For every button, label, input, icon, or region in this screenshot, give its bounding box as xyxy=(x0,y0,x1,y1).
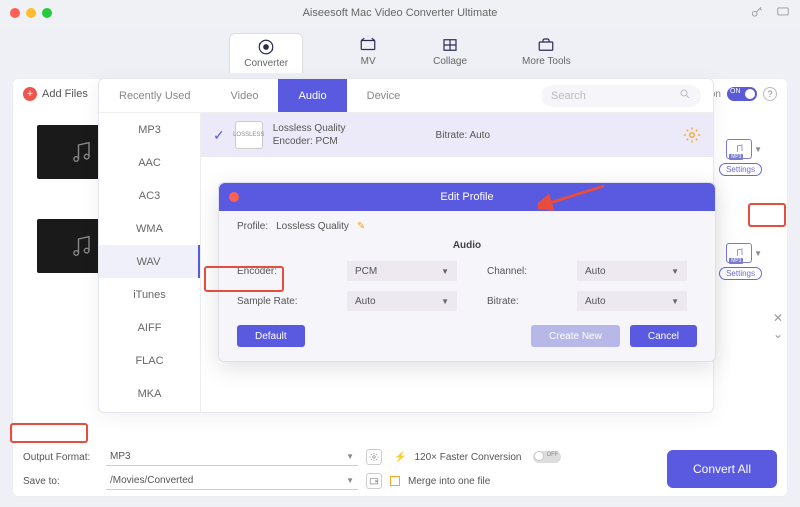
add-files-button[interactable]: + Add Files xyxy=(23,87,88,101)
encoder-label: Encoder: xyxy=(237,266,317,277)
open-folder-icon[interactable] xyxy=(366,473,382,489)
edit-icon[interactable]: ✎ xyxy=(357,221,365,232)
converter-icon xyxy=(256,38,276,56)
encoder-select[interactable]: PCM▼ xyxy=(347,261,457,281)
merge-label: Merge into one file xyxy=(408,476,490,487)
check-icon: ✓ xyxy=(213,127,225,144)
output-format-select[interactable]: MP3 ▼ xyxy=(106,448,358,466)
sidebar-item-aac[interactable]: AAC xyxy=(99,146,200,179)
samplerate-select[interactable]: Auto▼ xyxy=(347,291,457,311)
format-sidebar: MP3 AAC AC3 WMA WAV iTunes AIFF FLAC MKA xyxy=(99,113,201,412)
close-window-button[interactable] xyxy=(10,8,20,18)
key-icon[interactable] xyxy=(750,5,764,22)
search-icon xyxy=(679,88,691,103)
profile-name: Lossless Quality xyxy=(273,122,346,135)
minimize-window-button[interactable] xyxy=(26,8,36,18)
nav-label: More Tools xyxy=(522,56,571,67)
search-input[interactable]: Search xyxy=(541,85,701,107)
chevron-down-icon[interactable]: ▼ xyxy=(754,249,762,258)
sidebar-item-mka[interactable]: MKA xyxy=(99,377,200,410)
nav-converter[interactable]: Converter xyxy=(229,33,303,73)
format-tabs: Recently Used Video Audio Device Search xyxy=(99,79,713,113)
chevron-down-icon[interactable]: ▼ xyxy=(754,145,762,154)
profile-encoder: Encoder: PCM xyxy=(273,135,346,148)
edit-profile-dialog: Edit Profile Profile: Lossless Quality ✎… xyxy=(218,182,716,362)
help-icon[interactable]: ? xyxy=(763,87,777,101)
sidebar-item-mp3[interactable]: MP3 xyxy=(99,113,200,146)
merge-checkbox[interactable] xyxy=(390,476,400,486)
item-settings-button[interactable]: Settings xyxy=(719,163,762,176)
nav-more-tools[interactable]: More Tools xyxy=(522,36,571,67)
window-title: Aiseesoft Mac Video Converter Ultimate xyxy=(303,7,498,19)
search-placeholder: Search xyxy=(551,90,586,102)
item-settings-button[interactable]: Settings xyxy=(719,267,762,280)
settings-icon[interactable] xyxy=(366,449,382,465)
channel-label: Channel: xyxy=(487,266,547,277)
window-controls xyxy=(10,8,52,18)
chevron-down-icon[interactable]: ⌄ xyxy=(773,327,783,341)
faster-conversion-toggle[interactable]: OFF xyxy=(533,451,561,463)
channel-select[interactable]: Auto▼ xyxy=(577,261,687,281)
lightning-icon: ⚡ xyxy=(394,452,406,463)
collage-icon xyxy=(440,36,460,54)
audio-section-header: Audio xyxy=(237,240,697,251)
nav-mv[interactable]: MV xyxy=(358,36,378,67)
dialog-titlebar: Edit Profile xyxy=(219,183,715,211)
convert-all-button[interactable]: Convert All xyxy=(667,450,777,488)
bottom-bar: Output Format: MP3 ▼ ⚡ 120× Faster Conve… xyxy=(13,442,787,496)
profile-bitrate: Bitrate: Auto xyxy=(436,130,490,141)
nav-collage[interactable]: Collage xyxy=(433,36,467,67)
top-nav: Converter MV Collage More Tools xyxy=(0,26,800,76)
faster-conversion-label: 120× Faster Conversion xyxy=(414,452,521,463)
add-files-label: Add Files xyxy=(42,88,88,100)
tab-device[interactable]: Device xyxy=(347,79,421,112)
close-item-icon[interactable]: ✕ xyxy=(773,311,783,325)
nav-label: MV xyxy=(361,56,376,67)
create-new-button[interactable]: Create New xyxy=(531,325,620,347)
bitrate-select[interactable]: Auto▼ xyxy=(577,291,687,311)
format-icon[interactable]: MP3 xyxy=(726,139,752,159)
profile-settings-button[interactable] xyxy=(683,126,701,144)
save-to-label: Save to: xyxy=(23,476,98,487)
bitrate-label: Bitrate: xyxy=(487,296,547,307)
profile-row-lossless[interactable]: ✓ LOSSLESS Lossless Quality Encoder: PCM… xyxy=(201,113,713,157)
profile-label: Profile: xyxy=(237,221,268,232)
nav-label: Converter xyxy=(244,58,288,69)
nav-label: Collage xyxy=(433,56,467,67)
tab-video[interactable]: Video xyxy=(211,79,279,112)
close-dialog-button[interactable] xyxy=(229,192,239,202)
chat-icon[interactable] xyxy=(776,5,790,22)
chevron-down-icon: ▼ xyxy=(346,476,354,485)
sidebar-item-wav[interactable]: WAV xyxy=(99,245,200,278)
tab-audio[interactable]: Audio xyxy=(278,79,346,112)
profile-thumb: LOSSLESS xyxy=(235,121,263,149)
toolbox-icon xyxy=(536,36,556,54)
cancel-button[interactable]: Cancel xyxy=(630,325,697,347)
profile-value: Lossless Quality xyxy=(276,221,349,232)
mv-icon xyxy=(358,36,378,54)
format-icon[interactable]: MP3 xyxy=(726,243,752,263)
samplerate-label: Sample Rate: xyxy=(237,296,317,307)
tab-recently-used[interactable]: Recently Used xyxy=(99,79,211,112)
zoom-window-button[interactable] xyxy=(42,8,52,18)
plus-icon: + xyxy=(23,87,37,101)
save-to-select[interactable]: /Movies/Converted ▼ xyxy=(106,472,358,490)
titlebar: Aiseesoft Mac Video Converter Ultimate xyxy=(0,0,800,26)
sidebar-item-ac3[interactable]: AC3 xyxy=(99,179,200,212)
output-format-label: Output Format: xyxy=(23,452,98,463)
acceleration-toggle[interactable]: ON xyxy=(727,87,757,101)
dialog-title: Edit Profile xyxy=(440,191,493,203)
sidebar-item-flac[interactable]: FLAC xyxy=(99,344,200,377)
sidebar-item-itunes[interactable]: iTunes xyxy=(99,278,200,311)
sidebar-item-wma[interactable]: WMA xyxy=(99,212,200,245)
sidebar-item-aiff[interactable]: AIFF xyxy=(99,311,200,344)
default-button[interactable]: Default xyxy=(237,325,305,347)
chevron-down-icon: ▼ xyxy=(346,452,354,461)
